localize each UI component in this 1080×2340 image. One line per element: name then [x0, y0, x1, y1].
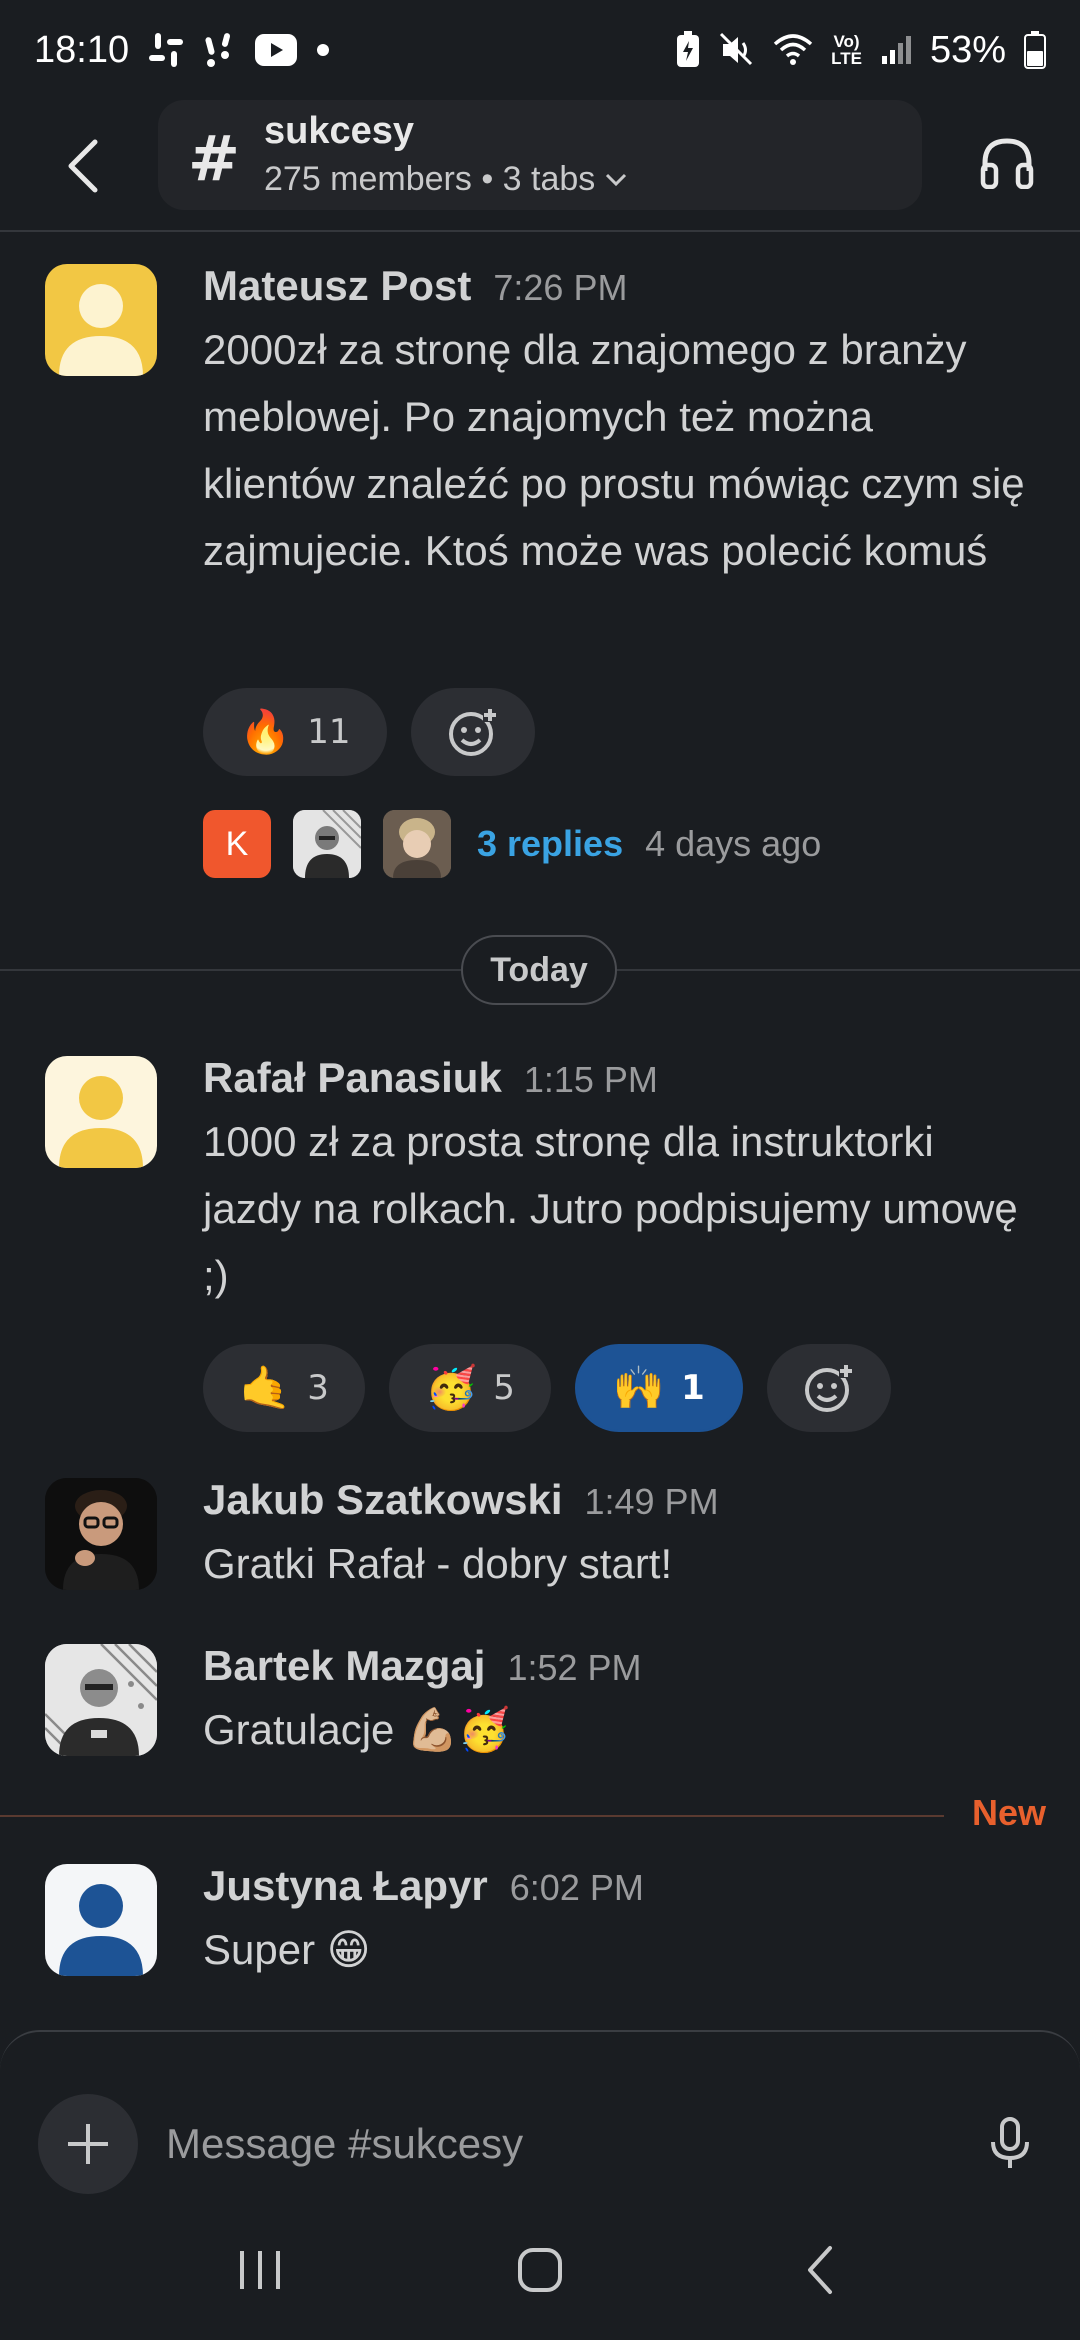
message-author[interactable]: Rafał Panasiuk	[203, 1054, 502, 1102]
status-bar: 18:10 Vo) LTE 53%	[0, 0, 1080, 100]
new-messages-label: New	[971, 1792, 1046, 1833]
reactions-row: 🤙 3 🥳 5 🙌 1	[203, 1344, 891, 1432]
reaction-raised-hands[interactable]: 🙌 1	[574, 1344, 743, 1432]
mute-icon	[719, 32, 755, 68]
back-button[interactable]	[48, 126, 118, 206]
raised-hands-emoji: 🙌	[612, 1363, 666, 1412]
plus-icon	[68, 2124, 108, 2164]
nav-back-button[interactable]	[770, 2220, 870, 2320]
status-time: 18:10	[34, 28, 130, 71]
last-reply-time: 4 days ago	[645, 823, 822, 864]
message-input[interactable]: Message #sukcesy	[166, 2112, 926, 2176]
message-author[interactable]: Justyna Łapyr	[203, 1862, 488, 1910]
avatar[interactable]	[45, 1056, 157, 1168]
call-me-hand-emoji: 🤙	[239, 1363, 292, 1412]
microphone-icon	[991, 2117, 1029, 2168]
avatar[interactable]	[45, 1644, 157, 1756]
message-text: Gratulacje 💪🏼🥳	[203, 1706, 511, 1753]
reaction-call-me[interactable]: 🤙 3	[203, 1344, 365, 1432]
message-rafal-panasiuk[interactable]: Rafał Panasiuk 1:15 PM 1000 zł za prosta…	[0, 1054, 1080, 1434]
message-text: 1000 zł za prosta stronę dla instruktork…	[203, 1118, 1018, 1299]
message-text: Super 😁	[203, 1926, 371, 1973]
voice-message-button[interactable]	[974, 2108, 1046, 2180]
system-nav-bar	[0, 2200, 1080, 2340]
slack-icon	[147, 31, 185, 69]
fire-emoji: 🔥	[239, 707, 292, 756]
battery-percent: 53%	[929, 28, 1006, 71]
message-time: 1:49 PM	[584, 1481, 719, 1522]
home-button[interactable]	[490, 2220, 590, 2320]
wifi-icon	[773, 32, 813, 68]
reaction-count: 11	[307, 712, 351, 752]
message-justyna-lapyr[interactable]: Justyna Łapyr 6:02 PM Super 😁	[0, 1862, 1080, 1992]
home-icon	[518, 2248, 562, 2292]
dot-icon	[315, 42, 331, 58]
message-author[interactable]: Mateusz Post	[203, 262, 471, 310]
reaction-fire[interactable]: 🔥 11	[203, 688, 387, 776]
hash-icon: #	[188, 122, 240, 195]
notification-icon	[203, 31, 237, 69]
avatar[interactable]	[45, 1478, 157, 1590]
recent-apps-icon	[240, 2251, 280, 2289]
new-messages-divider	[0, 1815, 944, 1817]
message-jakub-szatkowski[interactable]: Jakub Szatkowski 1:49 PM Gratki Rafał - …	[0, 1476, 1080, 1606]
partying-face-emoji: 🥳	[424, 1363, 478, 1412]
add-emoji-icon	[448, 708, 497, 756]
day-divider-label[interactable]: Today	[461, 935, 617, 1005]
reaction-count: 1	[681, 1368, 705, 1408]
add-reaction-button[interactable]	[410, 688, 535, 776]
thread-summary[interactable]: K 3 replies 4 days ago	[203, 810, 821, 878]
avatar: K	[203, 810, 271, 878]
volte-icon: Vo) LTE	[831, 32, 862, 68]
message-time: 6:02 PM	[509, 1867, 644, 1908]
message-mateusz-post[interactable]: Mateusz Post 7:26 PM 2000zł za stronę dl…	[0, 262, 1080, 902]
avatar[interactable]	[45, 1864, 157, 1976]
reaction-partying-face[interactable]: 🥳 5	[388, 1344, 551, 1432]
message-time: 1:52 PM	[507, 1647, 642, 1688]
replies-link[interactable]: 3 replies	[477, 823, 623, 865]
reactions-row: 🔥 11	[203, 688, 535, 776]
battery-icon	[1024, 31, 1046, 69]
reaction-count: 5	[493, 1368, 515, 1408]
reaction-count: 3	[307, 1368, 329, 1408]
recent-apps-button[interactable]	[210, 2220, 310, 2320]
add-reaction-button[interactable]	[766, 1344, 891, 1432]
headphones-icon	[980, 138, 1034, 189]
battery-saver-icon	[675, 31, 701, 69]
channel-info-button[interactable]: # sukcesy 275 members • 3 tabs	[158, 100, 922, 210]
avatar[interactable]	[45, 264, 157, 376]
add-emoji-icon	[804, 1364, 853, 1412]
channel-name: sukcesy	[264, 110, 415, 152]
message-time: 7:26 PM	[493, 267, 628, 308]
avatar	[293, 810, 361, 878]
channel-header: # sukcesy 275 members • 3 tabs	[0, 100, 1080, 232]
signal-icon	[880, 34, 912, 66]
message-text: Gratki Rafał - dobry start!	[203, 1540, 673, 1587]
huddle-button[interactable]	[962, 118, 1052, 208]
chevron-down-icon	[606, 173, 627, 186]
back-icon	[808, 2246, 832, 2294]
channel-meta: 275 members • 3 tabs	[264, 160, 627, 199]
youtube-icon	[255, 34, 298, 66]
message-author[interactable]: Bartek Mazgaj	[203, 1642, 485, 1690]
message-bartek-mazgaj[interactable]: Bartek Mazgaj 1:52 PM Gratulacje 💪🏼🥳	[0, 1642, 1080, 1772]
message-time: 1:15 PM	[523, 1059, 658, 1100]
message-author[interactable]: Jakub Szatkowski	[203, 1476, 562, 1524]
attach-button[interactable]	[38, 2094, 138, 2194]
chevron-left-icon	[68, 139, 98, 193]
message-text: 2000zł za stronę dla znajomego z branży …	[203, 326, 1025, 574]
avatar	[383, 810, 451, 878]
